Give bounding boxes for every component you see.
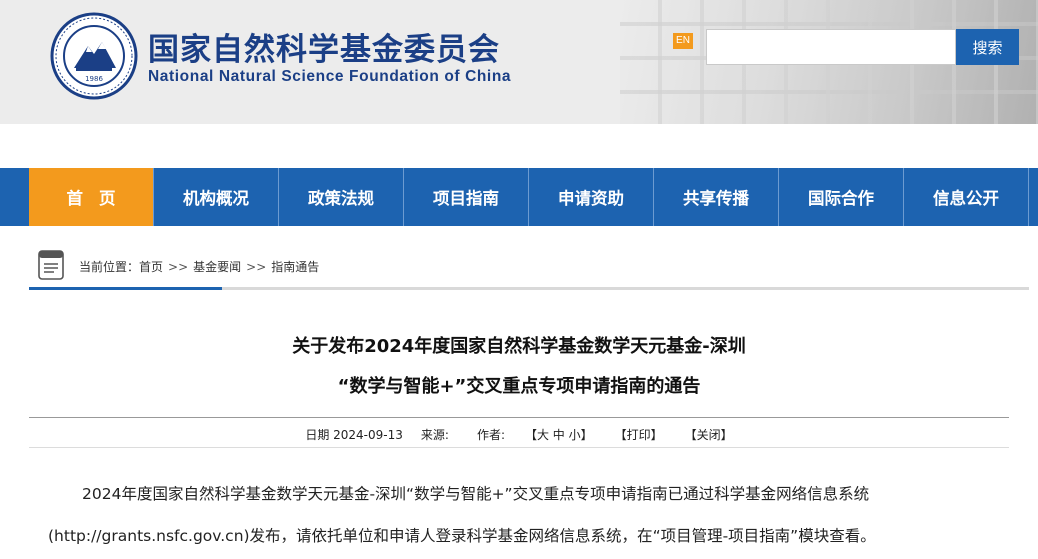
nav-item-apply[interactable]: 申请资助 [529, 168, 654, 226]
article-title-line2: “数学与智能+”交叉重点专项申请指南的通告 [337, 376, 701, 397]
font-size-switcher[interactable]: 【大 中 小】 [525, 426, 593, 443]
nav-item-share[interactable]: 共享传播 [654, 168, 779, 226]
logo-year: 1986 [85, 75, 103, 83]
breadcrumb-notice-link[interactable]: 指南通告 [271, 258, 319, 275]
site-subtitle: National Natural Science Foundation of C… [148, 68, 512, 85]
breadcrumb: 当前位置： 首页 >> 基金要闻 >> 指南通告 [79, 258, 319, 275]
article-author: 作者: [476, 428, 505, 442]
article-source: 来源: [420, 428, 449, 442]
breadcrumb-news-link[interactable]: 基金要闻 [193, 258, 241, 275]
article-paragraph-line1: 2024年度国家自然科学基金数学天元基金-深圳“数学与智能+”交叉重点专项申请指… [82, 485, 870, 503]
meta-divider-top [29, 417, 1009, 418]
meta-divider-bottom [29, 447, 1009, 448]
article-title-line1: 关于发布2024年度国家自然科学基金数学天元基金-深圳 [292, 336, 746, 357]
nav-item-policy[interactable]: 政策法规 [279, 168, 404, 226]
nsfc-logo[interactable]: 1986 [50, 12, 138, 100]
site-title: 国家自然科学基金委员会 [148, 32, 500, 68]
breadcrumb-divider-accent [29, 287, 222, 290]
main-nav: 首页 机构概况 政策法规 项目指南 申请资助 共享传播 国际合作 信息公开 [0, 168, 1038, 226]
site-header: 1986 国家自然科学基金委员会 National Natural Scienc… [0, 0, 1038, 124]
print-link[interactable]: 【打印】 [615, 426, 663, 443]
nav-item-guide[interactable]: 项目指南 [404, 168, 529, 226]
document-icon [38, 250, 64, 280]
nav-list: 首页 机构概况 政策法规 项目指南 申请资助 共享传播 国际合作 信息公开 [29, 168, 1029, 226]
article-date: 日期 2024-09-13 [305, 428, 403, 442]
article-meta: 日期 2024-09-13 来源: 作者: 【大 中 小】 【打印】 【关闭】 [0, 426, 1038, 443]
nav-item-disclosure[interactable]: 信息公开 [904, 168, 1029, 226]
breadcrumb-separator: >> [246, 259, 267, 274]
article-paragraph-line2: (http://grants.nsfc.gov.cn)发布，请依托单位和申请人登… [48, 527, 876, 545]
search-input[interactable] [706, 29, 956, 65]
nav-item-home[interactable]: 首页 [29, 168, 154, 226]
breadcrumb-prefix: 当前位置： [79, 260, 140, 274]
breadcrumb-home-link[interactable]: 首页 [139, 258, 163, 275]
nav-item-about[interactable]: 机构概况 [154, 168, 279, 226]
english-version-link[interactable]: EN [673, 33, 693, 49]
breadcrumb-separator: >> [168, 259, 189, 274]
close-link[interactable]: 【关闭】 [685, 426, 733, 443]
search-button[interactable]: 搜索 [956, 29, 1019, 65]
nav-item-international[interactable]: 国际合作 [779, 168, 904, 226]
